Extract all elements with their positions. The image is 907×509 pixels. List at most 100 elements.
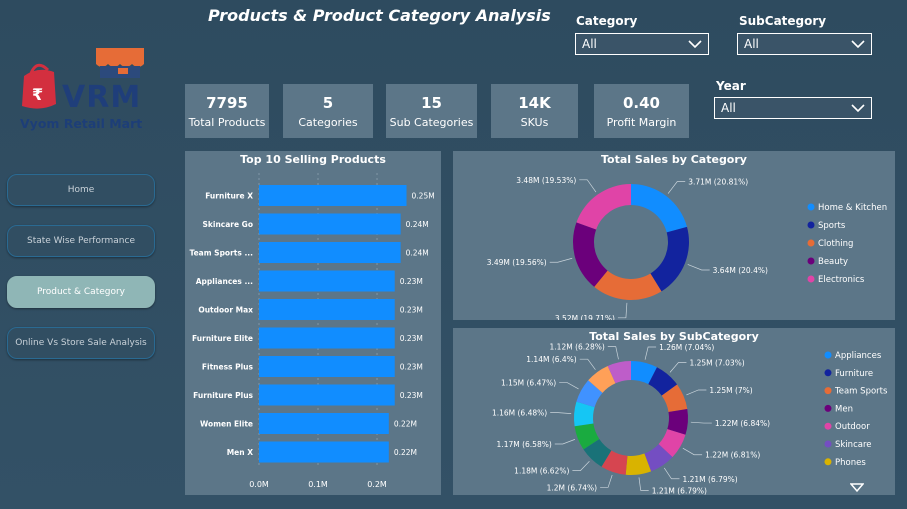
slice-label: 1.25M (7.03%) bbox=[689, 359, 744, 368]
leader-line bbox=[669, 362, 687, 373]
category-label: Team Sports ... bbox=[189, 249, 253, 258]
kpi-value: 15 bbox=[421, 93, 442, 112]
data-label: 0.23M bbox=[400, 391, 423, 400]
nav-label: Product & Category bbox=[36, 287, 126, 297]
data-label: 0.22M bbox=[394, 448, 417, 457]
legend-marker bbox=[824, 458, 832, 466]
category-label: Women Elite bbox=[200, 420, 253, 429]
leader-line bbox=[550, 412, 572, 414]
nav-button-state-wise[interactable]: State Wise Performance bbox=[7, 225, 155, 257]
category-label: Fitness Plus bbox=[202, 363, 254, 372]
leader-line bbox=[682, 447, 703, 456]
bar[interactable] bbox=[259, 299, 395, 320]
legend-label: Home & Kitchen bbox=[818, 203, 887, 213]
year-dropdown[interactable]: All bbox=[714, 97, 872, 119]
leader-line bbox=[549, 257, 573, 263]
slice-label: 3.52M (19.71%) bbox=[555, 314, 615, 320]
legend-marker bbox=[824, 422, 832, 430]
leader-line bbox=[607, 346, 619, 360]
data-label: 0.23M bbox=[400, 363, 423, 372]
slice-label: 1.21M (6.79%) bbox=[682, 475, 737, 484]
data-label: 0.24M bbox=[406, 220, 429, 229]
leader-line bbox=[579, 179, 597, 193]
nav-button-product-category[interactable]: Product & Category bbox=[7, 276, 155, 308]
chevron-down-icon bbox=[851, 104, 865, 113]
donut-slice[interactable] bbox=[576, 184, 631, 230]
donut-slice[interactable] bbox=[594, 270, 662, 300]
nav-button-online-vs-store[interactable]: Online Vs Store Sale Analysis bbox=[7, 327, 155, 359]
category-label: Outdoor Max bbox=[198, 306, 253, 315]
x-tick-label: 0.1M bbox=[308, 480, 328, 489]
slice-label: 1.15M (6.47%) bbox=[501, 379, 556, 388]
leader-line bbox=[600, 474, 613, 488]
slice-label: 1.25M (7%) bbox=[709, 386, 752, 395]
sales-by-subcategory-donut: 1.26M (7.04%) 1.25M (7.03%) 1.25M (7%) 1.22… bbox=[492, 343, 888, 495]
legend-label: Electronics bbox=[818, 275, 865, 285]
category-label: Skincare Go bbox=[202, 220, 253, 229]
chevron-down-icon bbox=[851, 40, 865, 49]
data-label: 0.23M bbox=[400, 334, 423, 343]
bar[interactable] bbox=[259, 213, 401, 235]
category-dropdown[interactable]: All bbox=[575, 33, 709, 55]
subcategory-dropdown[interactable]: All bbox=[737, 33, 872, 55]
year-value: All bbox=[721, 101, 736, 115]
x-tick-label: 0.0M bbox=[249, 480, 269, 489]
legend-label: Clothing bbox=[818, 239, 853, 249]
slice-label: 1.17M (6.58%) bbox=[497, 440, 552, 449]
slice-label: 1.2M (6.74%) bbox=[547, 483, 598, 492]
x-tick-label: 0.2M bbox=[367, 480, 387, 489]
donut-slice[interactable] bbox=[631, 184, 687, 233]
category-value: All bbox=[582, 37, 597, 51]
kpi-value: 0.40 bbox=[622, 93, 660, 112]
category-label: Appliances ... bbox=[196, 277, 253, 286]
kpi-profit-margin: 0.40 Profit Margin bbox=[594, 84, 689, 138]
legend-label: Beauty bbox=[818, 257, 848, 267]
bar[interactable] bbox=[259, 384, 395, 406]
donut-slice[interactable] bbox=[650, 226, 689, 292]
category-label: Furniture Plus bbox=[193, 391, 253, 400]
legend-marker bbox=[807, 275, 815, 283]
slice-label: 3.48M (19.53%) bbox=[516, 176, 576, 185]
legend-marker bbox=[824, 404, 832, 412]
nav-button-home[interactable]: Home bbox=[7, 174, 155, 206]
bar[interactable] bbox=[259, 185, 407, 206]
slice-label: 3.71M (20.81%) bbox=[688, 178, 748, 187]
legend-marker bbox=[807, 203, 815, 211]
slice-label: 1.21M (6.79%) bbox=[652, 486, 707, 495]
data-label: 0.25M bbox=[412, 192, 435, 201]
leader-line bbox=[559, 382, 579, 390]
legend-scroll-down-icon[interactable] bbox=[850, 483, 864, 493]
top-products-panel: Top 10 Selling Products 0.0M 0.1M 0.2M Furn… bbox=[185, 151, 441, 495]
bar[interactable] bbox=[259, 327, 395, 349]
slice-label: 1.12M (6.28%) bbox=[550, 343, 605, 352]
leader-line bbox=[644, 346, 657, 360]
category-label: Furniture Elite bbox=[192, 334, 253, 343]
bar[interactable] bbox=[259, 441, 389, 463]
category-label: Men X bbox=[227, 448, 254, 457]
dashboard-page: Products & Product Category Analysis ₹ V… bbox=[0, 0, 907, 509]
leader-line bbox=[687, 264, 710, 271]
legend-marker bbox=[807, 257, 815, 265]
category-filter-label: Category bbox=[576, 14, 638, 28]
legend-label: Skincare bbox=[835, 440, 872, 450]
slice-label: 3.49M (19.56%) bbox=[487, 258, 547, 267]
legend-label: Furniture bbox=[835, 369, 873, 379]
kpi-categories: 5 Categories bbox=[283, 84, 373, 138]
bar[interactable] bbox=[259, 270, 395, 292]
bar[interactable] bbox=[259, 242, 401, 263]
data-label: 0.23M bbox=[400, 306, 423, 315]
sales-by-category-panel: Total Sales by Category 3.71M (20.81%) 3.… bbox=[453, 151, 895, 320]
brand-name: Vyom Retail Mart bbox=[20, 116, 143, 131]
kpi-total-products: 7795 Total Products bbox=[185, 84, 269, 138]
bar[interactable] bbox=[259, 356, 395, 377]
category-label: Furniture X bbox=[205, 192, 253, 201]
leader-line bbox=[686, 389, 707, 396]
kpi-label: SKUs bbox=[520, 115, 549, 129]
bar[interactable] bbox=[259, 413, 389, 434]
page-title: Products & Product Category Analysis bbox=[208, 6, 551, 25]
kpi-skus: 14K SKUs bbox=[491, 84, 578, 138]
kpi-value: 5 bbox=[322, 93, 334, 112]
kpi-label: Profit Margin bbox=[606, 115, 677, 129]
kpi-value: 7795 bbox=[206, 93, 248, 112]
legend-marker bbox=[807, 221, 815, 229]
